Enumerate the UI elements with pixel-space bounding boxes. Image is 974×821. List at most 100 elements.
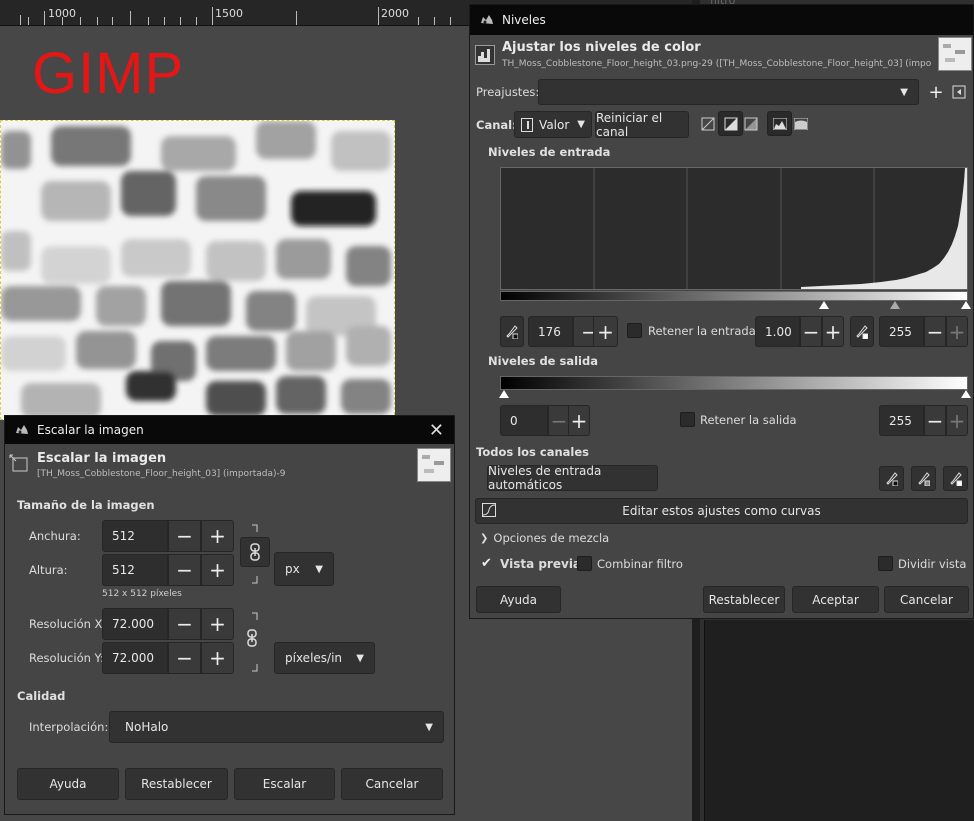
chevron-down-icon: ▼ (577, 119, 585, 130)
height-field[interactable]: 512 (102, 554, 168, 586)
levels-icon (475, 45, 495, 65)
size-unit-dropdown[interactable]: px ▼ (274, 552, 334, 586)
levels-window-title: Niveles (502, 13, 546, 27)
input-high-field[interactable]: 255 (879, 316, 924, 347)
width-field[interactable]: 512 (102, 520, 168, 552)
image-size-label: Tamaño de la imagen (17, 498, 155, 512)
histogram-linear-scale-icon[interactable] (767, 111, 792, 136)
linear-histogram-icon[interactable] (697, 113, 719, 135)
ruler-label: 2000 (381, 7, 409, 20)
edit-as-curves-label: Editar estos ajustes como curvas (622, 504, 821, 518)
scale-reset-button[interactable]: Restablecer (125, 768, 228, 800)
pick-gray-eyedropper-icon[interactable] (911, 466, 936, 491)
input-low-field[interactable]: 176 (528, 316, 573, 347)
presets-label: Preajustes: (476, 85, 540, 99)
output-high-slider[interactable] (961, 390, 971, 398)
gimp-wilber-icon (481, 15, 493, 24)
levels-header-title: Ajustar los niveles de color (502, 40, 701, 55)
height-label: Altura: (29, 563, 68, 577)
merge-filter-checkbox[interactable] (577, 556, 592, 571)
log-curve-icon[interactable] (740, 113, 762, 135)
output-high-increment[interactable]: + (946, 405, 968, 436)
output-high-decrement[interactable]: − (924, 405, 946, 436)
histogram-log-scale-icon[interactable] (790, 113, 812, 135)
black-point-eyedropper-icon[interactable] (500, 316, 524, 347)
input-high-increment[interactable]: + (946, 316, 968, 347)
channel-label: Canal: (476, 118, 517, 132)
levels-cancel-button[interactable]: Cancelar (884, 586, 969, 613)
keep-input-checkbox[interactable] (627, 323, 642, 338)
histogram (500, 167, 968, 290)
white-point-eyedropper-icon[interactable] (850, 316, 874, 347)
output-low-field[interactable]: 0 (500, 405, 548, 436)
yres-field[interactable]: 72.000 (102, 642, 168, 674)
all-channels-label: Todos los canales (476, 445, 590, 459)
keep-output-checkbox[interactable] (680, 412, 695, 427)
levels-reset-button[interactable]: Restablecer (703, 586, 785, 613)
width-label: Anchura: (29, 529, 81, 543)
output-high-field[interactable]: 255 (879, 405, 924, 436)
gimp-watermark-text: GIMP (32, 41, 185, 106)
xres-field[interactable]: 72.000 (102, 608, 168, 640)
levels-ok-button[interactable]: Aceptar (792, 586, 879, 613)
pick-white-eyedropper-icon[interactable] (943, 466, 968, 491)
xres-increment[interactable]: + (201, 608, 234, 640)
chevron-down-icon: ▼ (900, 86, 908, 98)
height-decrement[interactable]: − (168, 554, 201, 586)
gamma-decrement[interactable]: − (800, 316, 822, 347)
yres-label: Resolución Y: (29, 651, 104, 665)
scale-titlebar[interactable]: Escalar la imagen ✕ (5, 416, 454, 444)
levels-header-subtitle: TH_Moss_Cobblestone_Floor_height_03.png-… (502, 59, 932, 69)
pick-black-eyedropper-icon[interactable] (879, 466, 904, 491)
input-low-increment[interactable]: + (593, 316, 618, 347)
interpolation-dropdown[interactable]: NoHalo ▼ (109, 711, 444, 743)
scale-window-title: Escalar la imagen (37, 423, 144, 437)
channel-value: Valor (539, 117, 570, 132)
close-icon[interactable]: ✕ (429, 420, 444, 441)
res-unit-dropdown[interactable]: píxeles/in ▼ (274, 642, 375, 674)
res-chain-icon[interactable] (247, 629, 263, 651)
preview-label: Vista previa (500, 557, 582, 571)
gamma-slider[interactable] (890, 301, 900, 309)
blend-options-label: Opciones de mezcla (493, 531, 610, 545)
scale-confirm-button[interactable]: Escalar (234, 768, 335, 800)
size-chain-icon[interactable] (240, 537, 270, 567)
edit-as-curves-button[interactable]: Editar estos ajustes como curvas (475, 498, 968, 524)
output-low-slider[interactable] (499, 390, 509, 398)
input-low-slider[interactable] (819, 301, 829, 309)
output-low-decrement[interactable]: − (548, 405, 570, 436)
reset-channel-button[interactable]: Reiniciar el canal (595, 111, 689, 139)
levels-titlebar[interactable]: Niveles (470, 5, 973, 35)
channel-dropdown[interactable]: Valor ▼ (514, 111, 592, 138)
auto-input-levels-button[interactable]: Niveles de entrada automáticos (487, 464, 658, 492)
yres-decrement[interactable]: − (168, 642, 201, 674)
input-high-slider[interactable] (961, 301, 971, 309)
presets-dropdown[interactable]: ▼ (538, 79, 919, 105)
width-increment[interactable]: + (201, 520, 234, 552)
scale-help-button[interactable]: Ayuda (17, 768, 119, 800)
blend-options-expander[interactable]: ❯ Opciones de mezcla (480, 531, 609, 545)
scale-cancel-button[interactable]: Cancelar (341, 768, 443, 800)
size-hint: 512 x 512 píxeles (102, 589, 182, 599)
xres-decrement[interactable]: − (168, 608, 201, 640)
gamma-increment[interactable]: + (822, 316, 844, 347)
size-unit-value: px (285, 562, 300, 576)
ruler-label: 1000 (48, 7, 76, 20)
preview-checkbox[interactable]: ✔ (481, 556, 496, 571)
yres-increment[interactable]: + (201, 642, 234, 674)
split-view-checkbox[interactable] (878, 556, 893, 571)
input-high-decrement[interactable]: − (924, 316, 946, 347)
gamma-field[interactable]: 1.00 (755, 316, 800, 347)
keep-output-label: Retener la salida (700, 413, 797, 427)
res-unit-value: píxeles/in (285, 651, 343, 665)
add-preset-icon[interactable]: + (925, 81, 947, 103)
width-decrement[interactable]: − (168, 520, 201, 552)
chevron-down-icon: ▼ (356, 652, 364, 664)
gimp-wilber-icon (16, 425, 28, 434)
output-low-increment[interactable]: + (568, 405, 590, 436)
levels-help-button[interactable]: Ayuda (476, 586, 561, 613)
height-increment[interactable]: + (201, 554, 234, 586)
scale-header-subtitle: [TH_Moss_Cobblestone_Floor_height_03] (i… (37, 469, 286, 479)
output-levels-label: Niveles de salida (488, 354, 598, 368)
preset-menu-icon[interactable] (948, 81, 970, 103)
